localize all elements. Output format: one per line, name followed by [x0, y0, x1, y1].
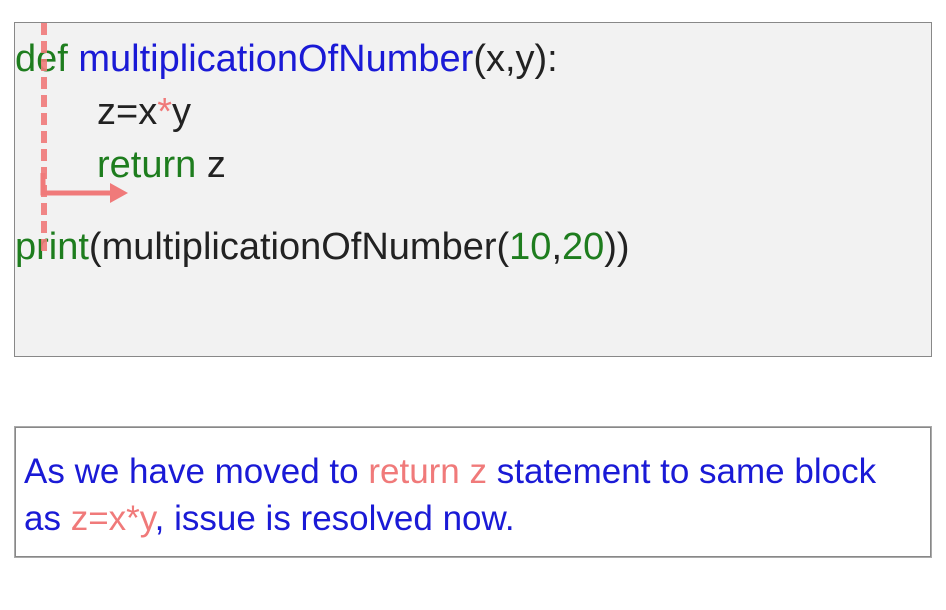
note-expr: z=x*y: [71, 499, 155, 538]
return-var: z: [196, 144, 226, 186]
keyword-return: return: [97, 144, 196, 186]
operator-star: *: [157, 91, 172, 133]
code-line-3: return z: [15, 139, 931, 192]
function-name: multiplicationOfNumber: [78, 38, 473, 80]
assign-lhs: z=x: [97, 91, 157, 133]
arg-2: 20: [562, 226, 604, 268]
indent-guide-line: [41, 23, 47, 251]
code-block: def multiplicationOfNumber(x,y): z=x*y r…: [14, 22, 932, 357]
call-name: multiplicationOfNumber: [102, 226, 497, 268]
params: (x,y):: [473, 38, 557, 80]
note-text-1: As we have moved to: [24, 452, 368, 491]
comma: ,: [551, 226, 562, 268]
note-text-3: , issue is resolved now.: [155, 499, 515, 538]
code-line-2: z=x*y: [15, 86, 931, 139]
paren-close: )): [604, 226, 629, 268]
arg-1: 10: [509, 226, 551, 268]
explanation-note: As we have moved to return z statement t…: [14, 426, 932, 558]
keyword-print: print: [15, 226, 89, 268]
code-line-5: print(multiplicationOfNumber(10,20)): [15, 221, 931, 274]
note-return-z: return z: [368, 452, 487, 491]
paren-open: (: [89, 226, 102, 268]
inner-paren-open: (: [497, 226, 510, 268]
blank-line: [15, 193, 931, 221]
code-line-1: def multiplicationOfNumber(x,y):: [15, 33, 931, 86]
assign-rhs: y: [172, 91, 191, 133]
